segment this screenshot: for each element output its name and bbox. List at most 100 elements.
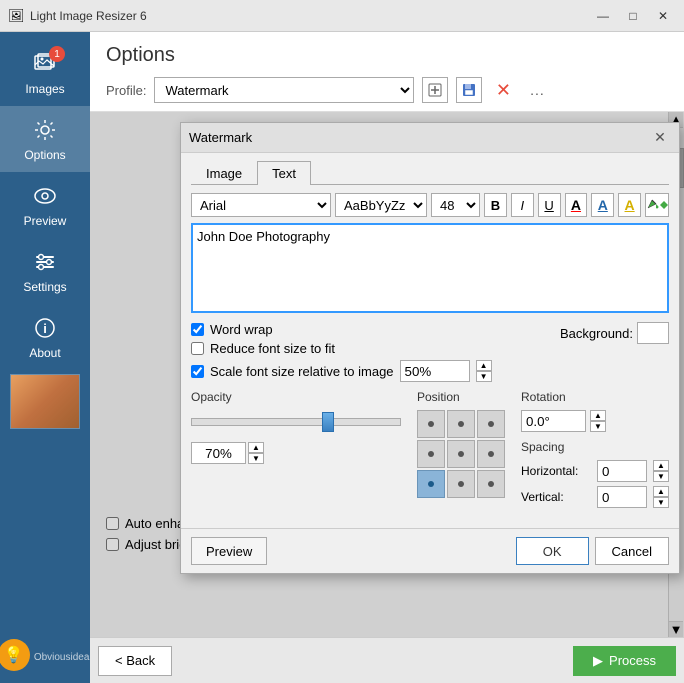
opacity-input-row: ▲ ▼ bbox=[191, 442, 401, 464]
horizontal-label: Horizontal: bbox=[521, 464, 591, 478]
font-size-select[interactable]: 48 81012 141824 3672 bbox=[431, 193, 480, 217]
sidebar-item-preview[interactable]: Preview bbox=[0, 172, 90, 238]
font-preview-select[interactable]: AaBbYyZz bbox=[335, 193, 427, 217]
vertical-spacing-row: Vertical: ▲ ▼ bbox=[521, 486, 669, 508]
pos-top-right[interactable] bbox=[477, 410, 505, 438]
text-color-button[interactable]: A bbox=[565, 193, 588, 217]
opacity-slider-thumb[interactable] bbox=[322, 412, 334, 432]
slider-container bbox=[191, 410, 401, 434]
bold-button[interactable]: B bbox=[484, 193, 507, 217]
opacity-up-button[interactable]: ▲ bbox=[248, 442, 264, 453]
pos-top-center[interactable] bbox=[447, 410, 475, 438]
sidebar-about-label: About bbox=[29, 346, 60, 360]
text-color3-button[interactable]: A bbox=[618, 193, 641, 217]
pos-bot-left[interactable] bbox=[417, 470, 445, 498]
horizontal-input[interactable] bbox=[597, 460, 647, 482]
horizontal-down-button[interactable]: ▼ bbox=[653, 471, 669, 482]
modal-overlay: Watermark ✕ Image Text Arial bbox=[90, 112, 684, 637]
sidebar-item-settings[interactable]: Settings bbox=[0, 238, 90, 304]
word-wrap-checkbox[interactable] bbox=[191, 323, 204, 336]
paint-bucket-button[interactable] bbox=[645, 193, 669, 217]
sidebar-item-images[interactable]: 1 Images bbox=[0, 40, 90, 106]
dialog-tabs: Image Text bbox=[191, 161, 669, 185]
profile-select[interactable]: Watermark Default Web Optimized Email bbox=[154, 77, 414, 103]
maximize-button[interactable]: □ bbox=[620, 5, 646, 27]
ok-button[interactable]: OK bbox=[516, 537, 589, 565]
company-logo-icon: 💡 bbox=[0, 639, 30, 671]
sidebar-item-options[interactable]: Options bbox=[0, 106, 90, 172]
opacity-input[interactable] bbox=[191, 442, 246, 464]
more-options-button[interactable]: ... bbox=[524, 77, 550, 103]
text-color2-button[interactable]: A bbox=[591, 193, 614, 217]
italic-button[interactable]: I bbox=[511, 193, 534, 217]
content-header: Options Profile: Watermark Default Web O… bbox=[90, 32, 684, 112]
back-button[interactable]: < Back bbox=[98, 646, 172, 676]
vertical-input[interactable] bbox=[597, 486, 647, 508]
vertical-spinner: ▲ ▼ bbox=[653, 486, 669, 508]
watermark-text-input[interactable]: John Doe Photography bbox=[191, 223, 669, 313]
title-bar: 🖼 Light Image Resizer 6 — □ ✕ bbox=[0, 0, 684, 32]
dialog-close-button[interactable]: ✕ bbox=[649, 127, 671, 149]
profile-label: Profile: bbox=[106, 83, 146, 98]
scale-font-checkbox[interactable] bbox=[191, 365, 204, 378]
ok-cancel-group: OK Cancel bbox=[516, 537, 669, 565]
scale-down-button[interactable]: ▼ bbox=[476, 371, 492, 382]
background-swatch[interactable] bbox=[637, 322, 669, 344]
app-body: 1 Images Options Preview bbox=[0, 32, 684, 683]
sidebar: 1 Images Options Preview bbox=[0, 32, 90, 683]
new-profile-button[interactable] bbox=[422, 77, 448, 103]
cancel-button[interactable]: Cancel bbox=[595, 537, 669, 565]
reduce-font-checkbox[interactable] bbox=[191, 342, 204, 355]
process-button[interactable]: ▶ Process bbox=[573, 646, 676, 676]
images-badge: 1 bbox=[49, 46, 65, 62]
sidebar-thumbnail bbox=[10, 374, 80, 429]
underline-button[interactable]: U bbox=[538, 193, 561, 217]
pos-bot-center[interactable] bbox=[447, 470, 475, 498]
minimize-button[interactable]: — bbox=[590, 5, 616, 27]
slider-track bbox=[191, 418, 401, 426]
pos-mid-center[interactable] bbox=[447, 440, 475, 468]
window-controls: — □ ✕ bbox=[590, 5, 676, 27]
spacing-label: Spacing bbox=[521, 440, 669, 454]
position-grid bbox=[417, 410, 505, 498]
scale-up-button[interactable]: ▲ bbox=[476, 360, 492, 371]
horizontal-spinner: ▲ ▼ bbox=[653, 460, 669, 482]
delete-profile-button[interactable]: ✕ bbox=[490, 77, 516, 103]
horizontal-up-button[interactable]: ▲ bbox=[653, 460, 669, 471]
rotation-label: Rotation bbox=[521, 390, 669, 404]
vertical-down-button[interactable]: ▼ bbox=[653, 497, 669, 508]
opacity-section: Opacity ▲ ▼ bbox=[191, 390, 401, 512]
sidebar-item-about[interactable]: i About bbox=[0, 304, 90, 370]
pos-bot-right[interactable] bbox=[477, 470, 505, 498]
options-icon bbox=[31, 116, 59, 144]
position-section: Position bbox=[417, 390, 505, 512]
bottom-sections: Opacity ▲ ▼ bbox=[191, 390, 669, 512]
options-group: Word wrap Reduce font size to fit Scale … bbox=[191, 322, 669, 382]
position-label: Position bbox=[417, 390, 505, 404]
preview-button[interactable]: Preview bbox=[191, 537, 267, 565]
sidebar-preview-label: Preview bbox=[24, 214, 67, 228]
svg-text:i: i bbox=[43, 321, 47, 336]
images-icon: 1 bbox=[31, 50, 59, 78]
rotation-up-button[interactable]: ▲ bbox=[590, 410, 606, 421]
tab-image[interactable]: Image bbox=[191, 161, 257, 185]
page-title: Options bbox=[106, 44, 668, 67]
pos-mid-left[interactable] bbox=[417, 440, 445, 468]
scale-value-input[interactable] bbox=[400, 360, 470, 382]
vertical-up-button[interactable]: ▲ bbox=[653, 486, 669, 497]
pos-mid-right[interactable] bbox=[477, 440, 505, 468]
opacity-label: Opacity bbox=[191, 390, 401, 404]
main-content: Options Profile: Watermark Default Web O… bbox=[90, 32, 684, 683]
company-name: Obviousidea! bbox=[34, 652, 92, 663]
background-label: Background: bbox=[560, 326, 633, 341]
rotation-input[interactable] bbox=[521, 410, 586, 432]
save-profile-button[interactable] bbox=[456, 77, 482, 103]
sidebar-images-label: Images bbox=[25, 82, 64, 96]
font-family-select[interactable]: Arial Times New Roman Verdana bbox=[191, 193, 331, 217]
profile-row: Profile: Watermark Default Web Optimized… bbox=[106, 77, 668, 103]
opacity-down-button[interactable]: ▼ bbox=[248, 453, 264, 464]
pos-top-left[interactable] bbox=[417, 410, 445, 438]
tab-text[interactable]: Text bbox=[257, 161, 311, 185]
rotation-down-button[interactable]: ▼ bbox=[590, 421, 606, 432]
close-button[interactable]: ✕ bbox=[650, 5, 676, 27]
